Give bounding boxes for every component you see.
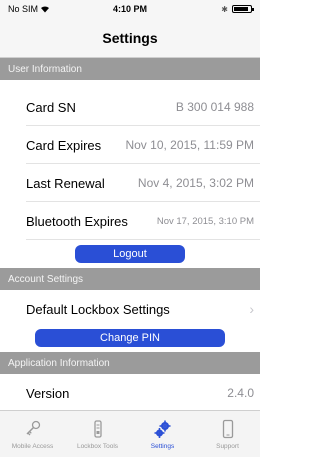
navigation-bar: Settings: [0, 18, 260, 58]
card-expires-row: Card Expires Nov 10, 2015, 11:59 PM: [0, 126, 260, 164]
logout-button-zone: Logout: [0, 240, 260, 268]
bluetooth-icon: ✱: [221, 4, 228, 14]
status-right-group: ✱: [182, 4, 254, 14]
wifi-icon: [41, 6, 50, 13]
carrier-label: No SIM: [8, 4, 39, 14]
gears-icon: [154, 420, 170, 438]
tab-label-settings: Settings: [150, 442, 175, 450]
battery-fill: [234, 7, 248, 11]
tab-label-lockbox-tools: Lockbox Tools: [76, 442, 119, 450]
version-value: 2.4.0: [227, 386, 254, 400]
default-lockbox-settings-label: Default Lockbox Settings: [26, 301, 170, 317]
lockbox-icon: [93, 419, 102, 438]
card-sn-label: Card SN: [26, 99, 76, 115]
key-icon: [25, 420, 40, 435]
tab-settings[interactable]: Settings: [130, 411, 195, 457]
card-sn-row: Card SN B 300 014 988: [0, 88, 260, 126]
change-pin-button[interactable]: Change PIN: [35, 329, 225, 347]
phone-icon: [222, 419, 233, 438]
version-row: Version 2.4.0: [0, 374, 260, 412]
bluetooth-expires-value: Nov 17, 2015, 3:10 PM: [156, 215, 254, 227]
last-renewal-label: Last Renewal: [26, 175, 105, 191]
last-renewal-row: Last Renewal Nov 4, 2015, 3:02 PM: [0, 164, 260, 202]
section-header-account-settings: Account Settings: [0, 268, 260, 290]
section-header-application-information: Application Information: [0, 352, 260, 374]
tab-mobile-access[interactable]: Mobile Access: [0, 411, 65, 457]
last-renewal-value: Nov 4, 2015, 3:02 PM: [137, 176, 254, 190]
chevron-right-icon: ›: [249, 301, 254, 317]
card-sn-value: B 300 014 988: [175, 100, 254, 114]
tab-label-mobile-access: Mobile Access: [11, 442, 54, 450]
tab-bar: Mobile Access Lockbox Tools Settings Sup…: [0, 410, 260, 457]
tab-label-support: Support: [216, 442, 239, 450]
bluetooth-expires-label: Bluetooth Expires: [26, 213, 128, 229]
page-title: Settings: [102, 29, 158, 46]
status-bar: No SIM 4:10 PM ✱: [0, 0, 260, 18]
status-time: 4:10 PM: [112, 4, 147, 14]
card-expires-label: Card Expires: [26, 137, 102, 153]
bluetooth-expires-row: Bluetooth Expires Nov 17, 2015, 3:10 PM: [0, 202, 260, 240]
tab-lockbox-tools[interactable]: Lockbox Tools: [65, 411, 130, 457]
battery-icon: [232, 5, 254, 13]
default-lockbox-settings-row[interactable]: Default Lockbox Settings ›: [0, 290, 260, 328]
version-label: Version: [26, 385, 70, 401]
tab-support[interactable]: Support: [195, 411, 260, 457]
status-carrier-group: No SIM: [8, 4, 98, 14]
section-header-user-information: User Information: [0, 58, 260, 80]
change-pin-button-zone: Change PIN: [0, 324, 260, 352]
logout-button[interactable]: Logout: [75, 245, 185, 263]
card-expires-value: Nov 10, 2015, 11:59 PM: [125, 138, 254, 152]
